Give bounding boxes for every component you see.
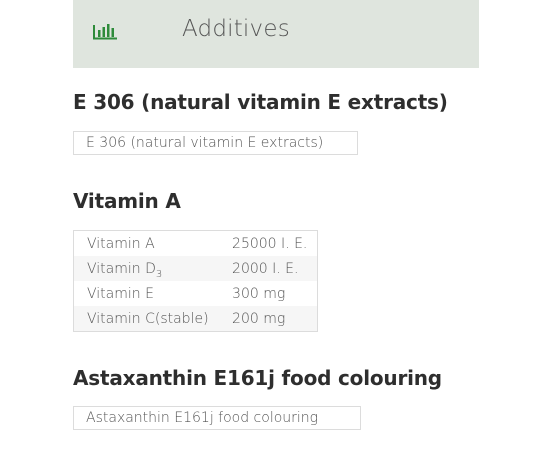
vitamin-name: Vitamin A (87, 235, 155, 252)
vitamin-name: Vitamin C(stable) (73, 306, 225, 332)
header-title: Additives (182, 16, 290, 42)
vitamin-value: 300 mg (232, 285, 286, 302)
section-heading-astaxanthin: Astaxanthin E161j food colouring (73, 366, 442, 390)
vitamin-value: 2000 I. E. (224, 256, 318, 281)
table-row: Vitamin D3 2000 I. E. (73, 256, 318, 281)
table-row: Vitamin C(stable) 200 mg (73, 306, 318, 332)
section-heading-e306: E 306 (natural vitamin E extracts) (73, 90, 448, 114)
vitamin-table: Vitamin A 25000 I. E. Vitamin D3 2000 I.… (73, 230, 318, 332)
section-heading-vitamin-a: Vitamin A (73, 189, 181, 213)
additives-header: Additives (73, 0, 479, 68)
page: Additives E 306 (natural vitamin E extra… (0, 0, 550, 450)
table-row: Vitamin A 25000 I. E. (74, 231, 318, 257)
vitamin-value: 200 mg (224, 306, 318, 332)
vitamin-value: 25000 I. E. (232, 235, 308, 252)
astaxanthin-box: Astaxanthin E161j food colouring (73, 406, 361, 430)
bar-chart-icon (93, 24, 117, 40)
vitamin-name: Vitamin E (87, 285, 154, 302)
vitamin-name: Vitamin D3 (73, 256, 225, 281)
e306-box: E 306 (natural vitamin E extracts) (73, 131, 358, 155)
table-row: Vitamin E 300 mg (74, 281, 318, 306)
